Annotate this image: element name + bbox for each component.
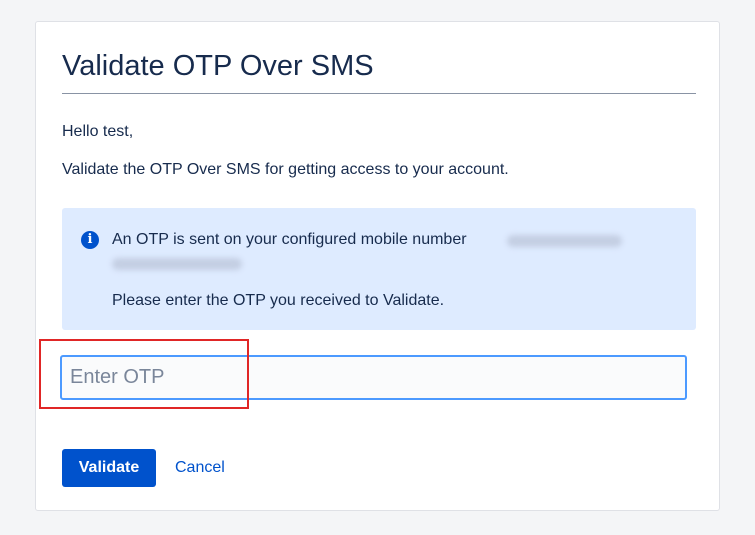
greeting-text: Hello test, — [62, 123, 134, 140]
page: Validate OTP Over SMS Hello test, Valida… — [0, 0, 755, 535]
otp-dialog: Validate OTP Over SMS Hello test, Valida… — [35, 21, 720, 511]
validate-button[interactable]: Validate — [62, 449, 156, 487]
otp-sent-message: An OTP is sent on your configured mobile… — [112, 231, 467, 248]
info-icon: i — [81, 231, 99, 249]
cancel-link[interactable]: Cancel — [175, 458, 225, 478]
info-message-box: i An OTP is sent on your configured mobi… — [62, 208, 696, 330]
otp-input[interactable] — [60, 355, 687, 400]
redacted-mobile-number-continued — [112, 258, 242, 270]
redacted-mobile-number — [507, 235, 622, 247]
enter-otp-message: Please enter the OTP you received to Val… — [112, 292, 445, 309]
title-divider — [62, 93, 696, 94]
instruction-text: Validate the OTP Over SMS for getting ac… — [62, 161, 509, 178]
page-title: Validate OTP Over SMS — [62, 50, 374, 82]
